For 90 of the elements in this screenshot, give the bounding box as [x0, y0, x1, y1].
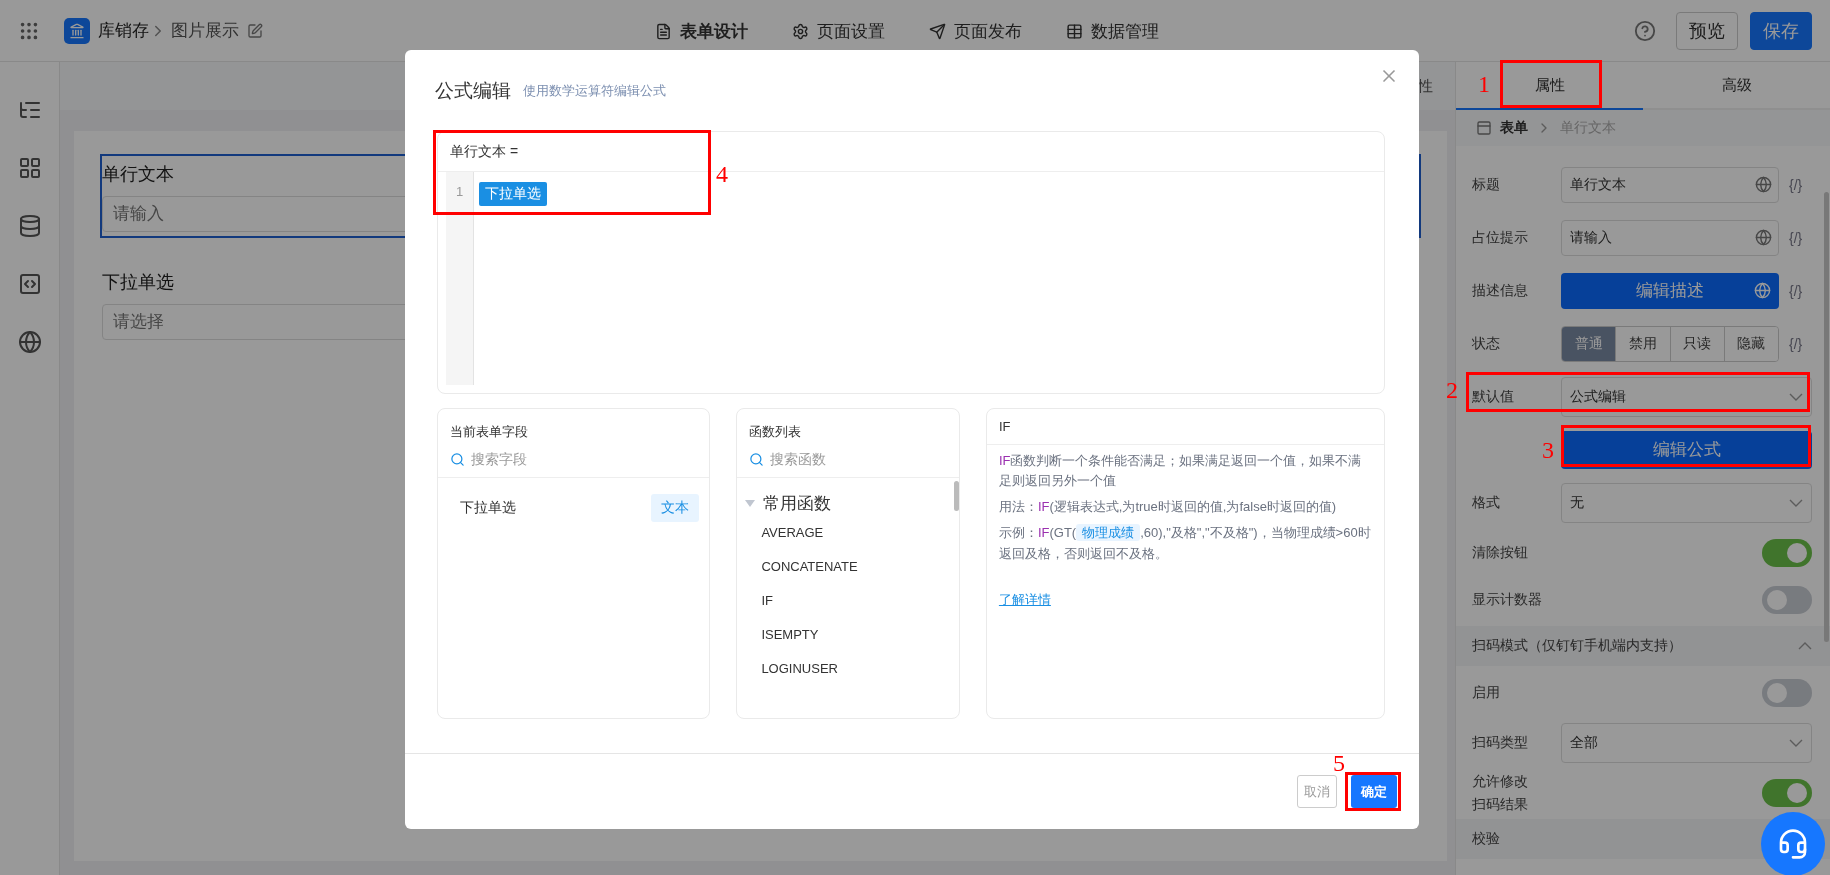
help-text: 示例：IF(GT( 物理成绩 ,60),"及格","不及格")，当物理成绩>60时返回及格，否则返回不及格。 — [998, 523, 1372, 563]
table-icon — [1066, 22, 1083, 40]
globe-icon[interactable] — [1755, 176, 1772, 193]
headset-icon — [1777, 828, 1809, 860]
toggle-switch[interactable] — [1762, 678, 1812, 707]
cancel-button[interactable]: 取消 — [1297, 775, 1337, 808]
globe-icon[interactable] — [17, 330, 42, 354]
document-icon — [655, 22, 672, 40]
save-button[interactable]: 保存 — [1750, 11, 1812, 50]
preview-button[interactable]: 预览 — [1676, 11, 1738, 50]
edit-icon[interactable] — [247, 22, 263, 39]
form-icon — [1476, 120, 1492, 136]
panel-title: 函数列表 — [749, 423, 802, 441]
property-select[interactable]: 全部 — [1561, 722, 1812, 763]
edit-description-button[interactable]: 编辑描述 — [1561, 272, 1779, 309]
breadcrumb-item[interactable]: 表单 — [1500, 119, 1528, 137]
globe-icon[interactable] — [1755, 229, 1772, 246]
components-icon[interactable] — [17, 156, 42, 180]
top-tab[interactable]: 表单设计 — [655, 19, 748, 43]
step-number: 3 — [1542, 438, 1554, 462]
top-tab[interactable]: 页面设置 — [792, 19, 885, 43]
chevron-up-icon — [1798, 642, 1812, 650]
page-name: 图片展示 — [171, 20, 239, 42]
chevron-down-icon — [1789, 738, 1803, 747]
app-name[interactable]: 库销存 — [98, 19, 149, 42]
toggle-switch[interactable] — [1762, 538, 1812, 567]
property-input[interactable]: 请输入 — [1561, 219, 1779, 256]
formula-target: 单行文本 = — [450, 142, 519, 161]
property-label: 描述信息 — [1472, 281, 1528, 301]
search-field[interactable]: 搜索函数 — [770, 449, 911, 469]
property-label: 占位提示 — [1472, 228, 1528, 248]
property-label: 允许修改扫码结果 — [1472, 772, 1529, 814]
scrollbar[interactable] — [1824, 192, 1829, 642]
property-label: 显示计数器 — [1472, 590, 1542, 610]
property-input[interactable]: 单行文本 — [1561, 166, 1779, 203]
binding-toggle[interactable]: {/} — [1789, 335, 1803, 352]
send-icon — [929, 22, 946, 40]
top-tab[interactable]: 数据管理 — [1066, 19, 1159, 43]
toggle-switch[interactable] — [1762, 778, 1812, 807]
property-label: 扫码类型 — [1472, 733, 1528, 753]
chevron-down-icon — [1789, 498, 1803, 507]
field-token[interactable]: 下拉单选 — [479, 182, 547, 206]
search-icon — [749, 451, 765, 467]
dialog-title: 公式编辑 — [435, 78, 511, 103]
field-label: 下拉单选 — [102, 271, 174, 294]
help-text: 用法：IF(逻辑表达式,为true时返回的值,为false时返回的值) — [998, 498, 1338, 517]
gear-icon — [792, 22, 809, 40]
status-option[interactable]: 隐藏 — [1723, 326, 1778, 361]
search-field[interactable]: 搜索字段 — [471, 449, 611, 469]
field-label: 单行文本 — [102, 163, 174, 186]
chevron-down-icon — [1789, 392, 1803, 401]
database-icon[interactable] — [17, 214, 42, 238]
step-number: 2 — [1446, 378, 1458, 402]
function-item[interactable]: CONCATENATE — [737, 549, 959, 583]
help-text: IF函数判断一个条件能否满足；如果满足返回一个值，如果不满足则返回另外一个值 — [998, 452, 1363, 491]
learn-more-link[interactable]: 了解详情 — [998, 589, 1372, 610]
search-icon — [450, 451, 465, 467]
field-name[interactable]: 下拉单选 — [460, 499, 516, 517]
property-label: 格式 — [1472, 493, 1500, 513]
property-label: 默认值 — [1472, 387, 1514, 407]
property-label: 状态 — [1472, 334, 1500, 354]
function-group[interactable]: 常用函数 — [737, 478, 832, 515]
property-label: 标题 — [1472, 175, 1500, 195]
function-item[interactable]: IF — [737, 583, 959, 617]
code-icon[interactable] — [17, 272, 42, 296]
binding-toggle[interactable]: {/} — [1789, 229, 1803, 246]
function-item[interactable]: ISEMPTY — [737, 617, 959, 651]
app-logo-icon — [64, 17, 90, 44]
property-label: 启用 — [1472, 683, 1500, 703]
toggle-switch[interactable] — [1762, 585, 1812, 614]
type-tag: 文本 — [651, 494, 700, 522]
panel-title: 当前表单字段 — [450, 423, 528, 441]
step-number: 1 — [1478, 72, 1490, 96]
dialog-subtitle: 使用数学运算符编辑公式 — [523, 81, 666, 100]
function-item[interactable]: AVERAGE — [737, 515, 959, 549]
ok-button[interactable]: 确定 — [1351, 775, 1397, 808]
line-number: 1 — [446, 172, 474, 385]
function-item[interactable]: LOGINUSER — [737, 651, 959, 685]
property-select[interactable]: 公式编辑 — [1561, 376, 1812, 417]
help-icon[interactable] — [1634, 19, 1656, 42]
step-number: 4 — [716, 162, 728, 186]
binding-toggle[interactable]: {/} — [1789, 282, 1803, 299]
panel-title: IF — [998, 419, 1011, 434]
scrollbar[interactable] — [953, 481, 959, 511]
binding-toggle[interactable]: {/} — [1789, 176, 1803, 193]
property-select[interactable]: 无 — [1561, 482, 1812, 523]
section-title[interactable]: 校验 — [1472, 830, 1500, 848]
property-label: 清除按钮 — [1472, 543, 1528, 563]
top-tab[interactable]: 页面发布 — [929, 19, 1022, 43]
step-number: 5 — [1333, 751, 1345, 775]
